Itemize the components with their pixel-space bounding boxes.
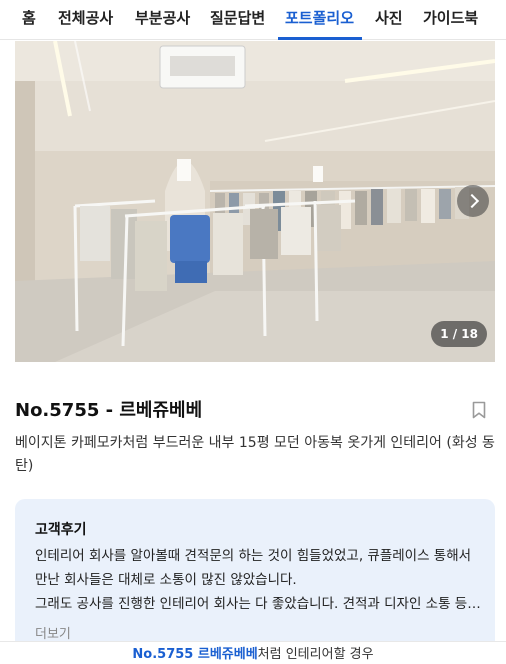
review-heading: 고객후기 [35,522,87,538]
next-photo-button[interactable] [457,185,489,217]
tab-guidebook[interactable]: 가이드북 [423,0,478,40]
cta-portfolio-name: No.5755 르베쥬베베 [132,647,258,662]
bottom-cta-bar[interactable]: No.5755 르베쥬베베처럼 인테리어할 경우 [0,641,506,664]
portfolio-description: 베이지톤 카페모카처럼 부드러운 내부 15평 모던 아동복 옷가게 인테리어 … [15,435,495,474]
review-line: 인테리어 회사를 알아볼때 견적문의 하는 것이 힘들었었고, 큐플레이스 통해… [35,548,472,588]
active-tab-indicator [278,37,362,40]
portfolio-title: No.5755 - 르베쥬베베 [15,400,203,421]
review-text: 인테리어 회사를 알아볼때 견적문의 하는 것이 힘들었었고, 큐플레이스 통해… [35,544,483,616]
tab-photos[interactable]: 사진 [375,0,403,40]
tab-home[interactable]: 홈 [22,0,36,40]
review-line-truncated: 그래도 공사를 진행한 인테리어 회사는 다 좋았습니다. 견적과 디자인 소통… [35,596,483,612]
store-interior-image [15,41,495,362]
chevron-right-icon [464,193,480,209]
cta-suffix: 처럼 인테리어할 경우 [257,647,374,662]
read-more-link[interactable]: 더보기 [35,623,71,642]
tab-portfolio[interactable]: 포트폴리오 [285,0,354,40]
bookmark-icon[interactable] [472,401,486,419]
tab-qna[interactable]: 질문답변 [210,0,265,40]
customer-review-card: 고객후기 인테리어 회사를 알아볼때 견적문의 하는 것이 힘들었었고, 큐플레… [15,499,495,664]
portfolio-photo[interactable]: 1 / 18 [15,41,495,362]
photo-counter: 1 / 18 [431,321,487,347]
tab-full-construction[interactable]: 전체공사 [58,0,113,40]
tab-partial-construction[interactable]: 부분공사 [135,0,190,40]
top-nav-bar: 홈 전체공사 부분공사 질문답변 포트폴리오 사진 가이드북 [0,0,506,40]
